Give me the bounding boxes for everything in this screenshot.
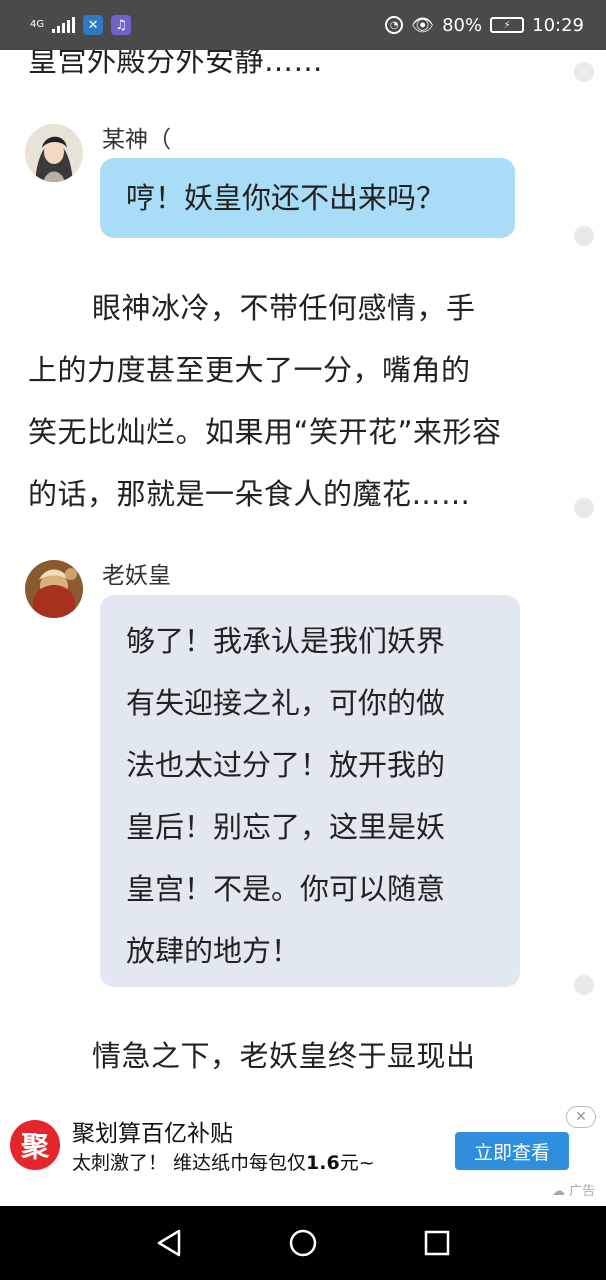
close-icon[interactable]: ✕ <box>566 1106 596 1128</box>
ad-subtitle-suffix: 元~ <box>339 1152 375 1174</box>
view-now-button[interactable]: 立即查看 <box>455 1132 569 1170</box>
clock: 10:29 <box>532 14 584 36</box>
comment-dot[interactable] <box>574 62 594 82</box>
chat-bubble-line: 皇宫！不是。你可以随意 <box>126 872 446 906</box>
speaker-name: 老妖皇 <box>102 563 171 589</box>
ad-tag-icon: ☁ <box>552 1184 565 1199</box>
speaker-name: 某神（ <box>102 127 171 153</box>
music-icon: ♫ <box>111 15 132 35</box>
chat-bubble-line: 法也太过分了！放开我的 <box>126 748 446 782</box>
navigation-bar <box>0 1206 606 1280</box>
ad-tag-text: 广告 <box>569 1184 596 1199</box>
narration-line: 笑无比灿烂。如果用“笑开花”来形容 <box>28 415 502 449</box>
battery-percent: 80% <box>442 14 483 36</box>
ad-banner[interactable]: 聚 聚划算百亿补贴 太刺激了！ 维达纸巾每包仅1.6元~ 立即查看 ✕ ☁ 广告 <box>0 1106 606 1206</box>
battery-icon: ⚡ <box>490 17 525 33</box>
paragraph-top: 皇宫外殿分外安静…… <box>28 50 324 78</box>
ad-subtitle-text: 太刺激了！ 维达纸巾每包仅 <box>72 1152 307 1174</box>
ad-title[interactable]: 聚划算百亿补贴 <box>72 1114 233 1148</box>
chat-bubble: 哼！妖皇你还不出来吗？ <box>100 158 515 238</box>
chat-bubble-text: 哼！妖皇你还不出来吗？ <box>126 181 446 215</box>
chat-bubble-line: 有失迎接之礼，可你的做 <box>126 686 446 720</box>
ad-logo[interactable]: 聚 <box>10 1120 60 1170</box>
narration-line: 眼神冰冷，不带任何感情，手 <box>92 291 476 325</box>
status-bar: 4G ✕ ♫ ◔ 👁 80% ⚡ 10:29 <box>0 0 606 50</box>
ad-label: ☁ 广告 <box>552 1180 595 1199</box>
narration-line: 情急之下，老妖皇终于显现出 <box>92 1039 476 1073</box>
network-indicator: 4G <box>30 19 45 30</box>
signal-icon <box>52 17 76 33</box>
comment-dot[interactable] <box>574 975 594 995</box>
narration-line: 上的力度甚至更大了一分，嘴角的 <box>28 353 471 387</box>
reader-content[interactable]: 皇宫外殿分外安静…… 某神（ 哼！妖皇你还不出来吗？ 眼神冰冷，不带任何感情，手… <box>0 50 606 1106</box>
ad-price: 1.6 <box>306 1152 340 1174</box>
avatar-mushen[interactable] <box>25 124 83 182</box>
home-icon[interactable] <box>286 1226 320 1260</box>
messenger-icon: ✕ <box>83 15 104 35</box>
ad-subtitle[interactable]: 太刺激了！ 维达纸巾每包仅1.6元~ <box>72 1148 375 1175</box>
chat-bubble-line: 够了！我承认是我们妖界 <box>126 624 446 658</box>
comment-dot[interactable] <box>574 498 594 518</box>
narration-line: 的话，那就是一朵食人的魔花…… <box>28 477 471 511</box>
avatar-laoyaohuang[interactable] <box>25 560 83 618</box>
chat-bubble: 够了！我承认是我们妖界 有失迎接之礼，可你的做 法也太过分了！放开我的 皇后！别… <box>100 595 520 987</box>
back-icon[interactable] <box>152 1226 186 1260</box>
comment-dot[interactable] <box>574 226 594 246</box>
paragraph-narration: 眼神冰冷，不带任何感情，手 上的力度甚至更大了一分，嘴角的 笑无比灿烂。如果用“… <box>28 277 548 525</box>
alarm-icon: ◔ <box>385 16 404 34</box>
paragraph-narration: 情急之下，老妖皇终于显现出 <box>28 1025 548 1087</box>
chat-bubble-line: 皇后！别忘了，这里是妖 <box>126 810 446 844</box>
eye-comfort-icon: 👁 <box>411 14 435 36</box>
recents-icon[interactable] <box>420 1226 454 1260</box>
chat-bubble-line: 放肆的地方！ <box>126 934 301 968</box>
